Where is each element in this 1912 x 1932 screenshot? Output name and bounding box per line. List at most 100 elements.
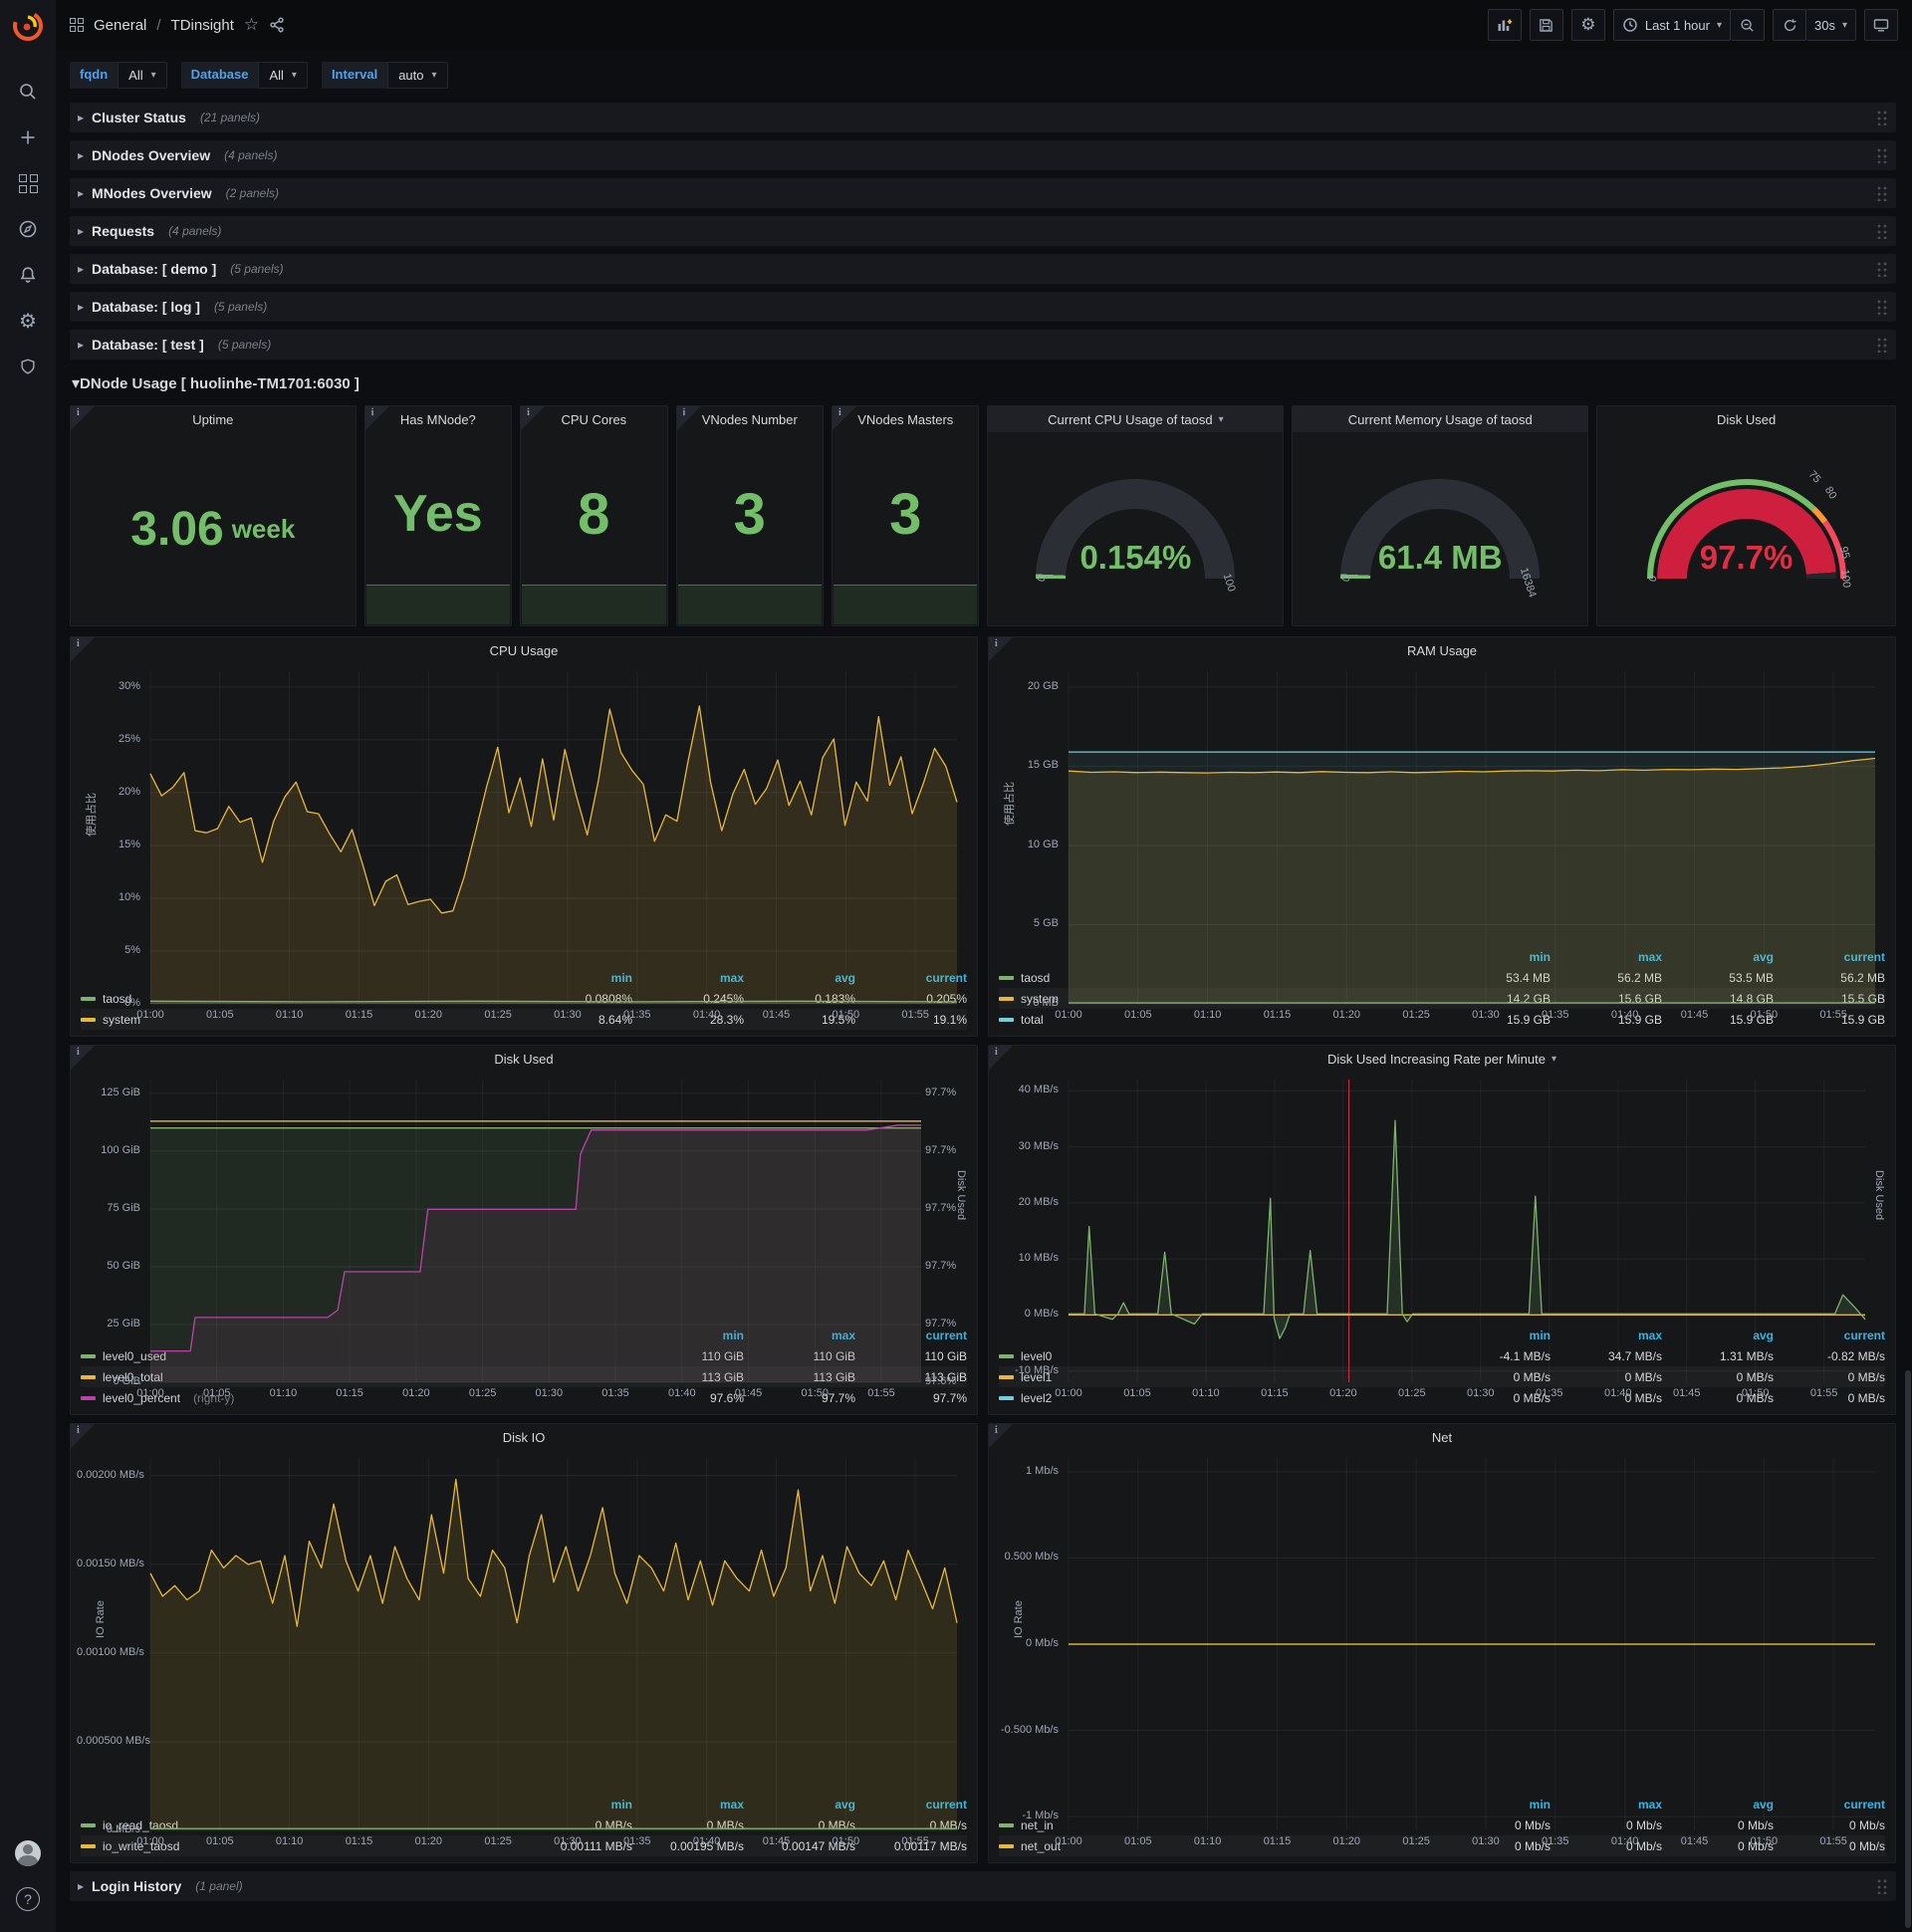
panel-title[interactable]: Disk Used [71, 1046, 977, 1072]
disk-used-plot[interactable]: Disk Used 0 GiB 25 GiB 50 GiB 75 GiB 100 GiB… [77, 1074, 971, 1399]
configuration-gear-icon[interactable]: ⚙ [0, 298, 56, 344]
x-tick: 01:50 [1741, 1387, 1770, 1399]
x-tick: 01:50 [832, 1835, 860, 1847]
add-panel-button[interactable] [1487, 9, 1522, 41]
legend-swatch[interactable] [999, 975, 1014, 980]
zoom-out-time-button[interactable] [1731, 9, 1765, 41]
legend-swatch[interactable] [999, 1822, 1014, 1827]
panel-title[interactable]: Disk Used [1597, 406, 1895, 432]
sidebar: ⚙ ? [0, 0, 56, 1932]
row-database-log[interactable]: ▸ Database: [ log ] (5 panels) [70, 292, 1896, 322]
panel-title[interactable]: Current CPU Usage of taosd ▾ [988, 406, 1284, 432]
refresh-interval-dropdown[interactable]: 30s ▾ [1806, 9, 1856, 41]
legend-swatch[interactable] [81, 1843, 96, 1848]
row-dnode-usage[interactable]: ▾ DNode Usage [ huolinhe-TM1701:6030 ] [70, 367, 1896, 399]
legend-swatch[interactable] [81, 1017, 96, 1022]
panel-title[interactable]: Disk Used Increasing Rate per Minute ▾ [989, 1046, 1895, 1072]
user-avatar[interactable] [0, 1830, 56, 1876]
cycle-view-mode-button[interactable] [1864, 9, 1898, 41]
variable-fqdn-value[interactable]: All ▾ [118, 62, 167, 89]
cpu-usage-plot[interactable]: 使用占比 0% 5% 10% 15% 20% 25% 30% 01:00 01:05 01:10 0… [77, 665, 971, 1021]
variable-database-value[interactable]: All ▾ [258, 62, 308, 89]
row-drag-handle[interactable] [1876, 185, 1888, 201]
uptime-value: 3.06 week [130, 502, 296, 556]
breadcrumb-page[interactable]: TDinsight [171, 17, 234, 34]
chevron-down-icon: ▾ [150, 70, 156, 81]
panel-net-chart: i Net IO Rate -1 Mb/s -0.500 Mb/s 0 Mb/s 0.… [988, 1423, 1896, 1863]
row-drag-handle[interactable] [1876, 147, 1888, 163]
x-tick: 01:30 [554, 1009, 582, 1021]
share-icon[interactable] [269, 17, 285, 33]
star-icon[interactable]: ☆ [244, 15, 259, 35]
panel-disk-io-chart: i Disk IO IO Rate 0 MB/s 0.000500 MB/s 0.0… [70, 1423, 978, 1863]
dashboard-settings-button[interactable]: ⚙ [1570, 9, 1605, 41]
row-requests[interactable]: ▸ Requests (4 panels) [70, 216, 1896, 246]
right-axis-label: Disk Used [1873, 1169, 1885, 1221]
panel-title[interactable]: VNodes Number [677, 406, 823, 432]
refresh-button[interactable] [1773, 9, 1806, 41]
breadcrumb-section[interactable]: General [94, 17, 146, 34]
row-database-test[interactable]: ▸ Database: [ test ] (5 panels) [70, 330, 1896, 360]
row-drag-handle[interactable] [1876, 299, 1888, 315]
row-dnodes-overview[interactable]: ▸ DNodes Overview (4 panels) [70, 140, 1896, 170]
legend-swatch[interactable] [999, 1353, 1014, 1358]
server-admin-shield-icon[interactable] [0, 344, 56, 389]
row-login-history[interactable]: ▸ Login History (1 panel) [70, 1871, 1896, 1901]
panel-title[interactable]: VNodes Masters [833, 406, 978, 432]
chevron-down-icon: ▾ [1841, 19, 1847, 31]
help-icon[interactable]: ? [0, 1876, 56, 1922]
chevron-right-icon: ▸ [78, 148, 85, 162]
disk-gauge-value: 97.7% [1699, 539, 1793, 576]
panel-current-cpu-usage: i Current CPU Usage of taosd▾ 0.154% 0 1… [987, 405, 1285, 626]
app: ⚙ ? General / TDinsight ☆ ⚙ Last 1 hour … [0, 0, 1912, 1932]
explore-compass-icon[interactable] [0, 206, 56, 252]
panel-title[interactable]: Uptime [71, 406, 356, 432]
net-plot[interactable]: IO Rate -1 Mb/s -0.500 Mb/s 0 Mb/s 0.500 Mb… [995, 1452, 1889, 1847]
panel-title[interactable]: CPU Cores [521, 406, 666, 432]
top-navbar: General / TDinsight ☆ ⚙ Last 1 hour ▾ 30… [56, 0, 1912, 50]
panel-title[interactable]: Disk IO [71, 1424, 977, 1450]
chevron-down-icon: ▾ [1218, 413, 1224, 425]
row-cluster-status[interactable]: ▸ Cluster Status (21 panels) [70, 103, 1896, 132]
disk-rate-plot[interactable]: Disk Used -10 MB/s 0 MB/s 10 MB/s 20 MB/s 30… [995, 1074, 1889, 1399]
search-icon[interactable] [0, 69, 56, 115]
row-mnodes-overview[interactable]: ▸ MNodes Overview (2 panels) [70, 178, 1896, 208]
dashboards-icon[interactable] [0, 160, 56, 206]
y-axis-label: IO Rate [95, 1599, 107, 1638]
panel-title[interactable]: RAM Usage [989, 637, 1895, 663]
panel-title[interactable]: Has MNode? [365, 406, 511, 432]
legend-series-toggle[interactable]: taosd [999, 971, 1050, 985]
page-scrollbar[interactable] [1904, 50, 1912, 1932]
row-drag-handle[interactable] [1876, 261, 1888, 277]
ram-usage-plot[interactable]: 使用占比 0 MB 5 GB 10 GB 15 GB 20 GB 01:00 01:05 01… [995, 665, 1889, 1021]
legend-swatch[interactable] [999, 1017, 1014, 1022]
legend-swatch[interactable] [81, 1353, 96, 1358]
panel-title[interactable]: CPU Usage [71, 637, 977, 663]
time-range-picker[interactable]: Last 1 hour ▾ [1612, 9, 1731, 41]
panel-title[interactable]: Net [989, 1424, 1895, 1450]
y-tick: 25 GiB [107, 1317, 140, 1329]
row-drag-handle[interactable] [1876, 337, 1888, 353]
row-drag-handle[interactable] [1876, 1878, 1888, 1894]
row-database-demo[interactable]: ▸ Database: [ demo ] (5 panels) [70, 254, 1896, 284]
breadcrumb: General / TDinsight ☆ [70, 15, 285, 35]
row-drag-handle[interactable] [1876, 110, 1888, 125]
grafana-logo-icon[interactable] [11, 9, 45, 43]
panel-current-memory-usage: i Current Memory Usage of taosd 61.4 MB … [1292, 405, 1589, 626]
legend-swatch[interactable] [999, 1843, 1014, 1848]
row-drag-handle[interactable] [1876, 223, 1888, 239]
x-tick: 01:50 [832, 1009, 860, 1021]
x-tick: 01:50 [1750, 1835, 1779, 1847]
panel-title[interactable]: Current Memory Usage of taosd [1293, 406, 1588, 432]
y-tick: 1 Mb/s [1025, 1464, 1059, 1477]
legend-series-toggle[interactable]: total [999, 1013, 1044, 1027]
legend-swatch[interactable] [999, 1395, 1014, 1400]
disk-io-plot[interactable]: IO Rate 0 MB/s 0.000500 MB/s 0.00100 MB/s 0… [77, 1452, 971, 1847]
legend-series-toggle[interactable]: level0 [999, 1349, 1052, 1363]
save-dashboard-button[interactable] [1529, 9, 1563, 41]
x-tick: 01:15 [1261, 1387, 1289, 1399]
alerting-bell-icon[interactable] [0, 252, 56, 298]
legend-swatch[interactable] [81, 1395, 96, 1400]
variable-interval-value[interactable]: auto ▾ [387, 62, 448, 89]
create-plus-icon[interactable] [0, 115, 56, 160]
